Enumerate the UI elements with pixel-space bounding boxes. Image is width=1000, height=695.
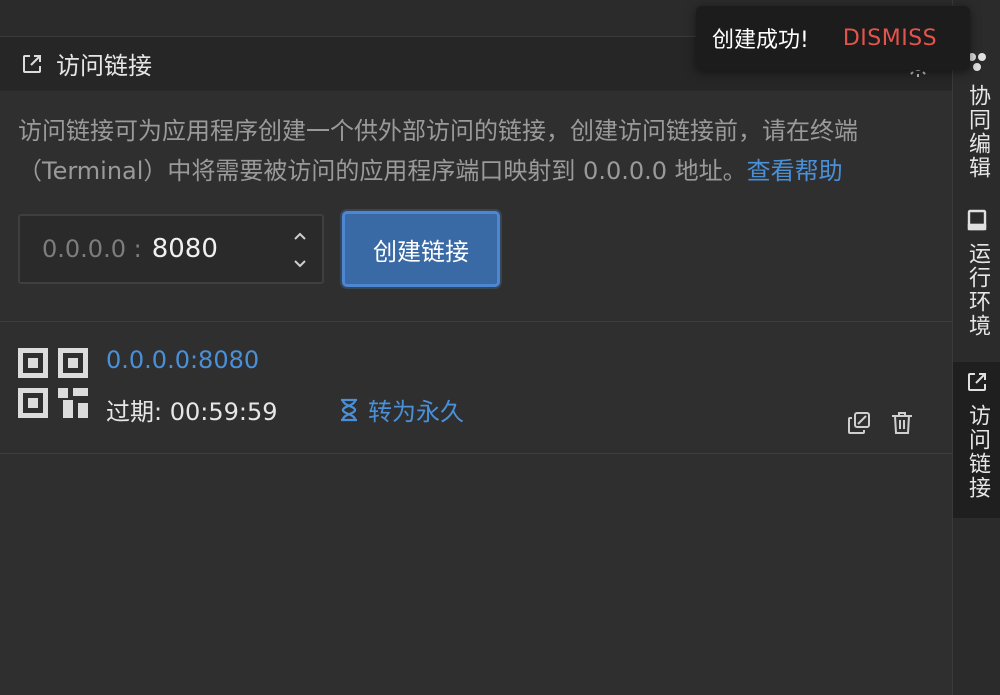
tab-label: 运行环境 (965, 242, 990, 338)
tab-label: 访问链接 (965, 404, 990, 500)
panel-title: 访问链接 (56, 52, 152, 80)
toast-message: 创建成功! (712, 28, 809, 53)
link-url[interactable]: 0.0.0.0:8080 (106, 346, 259, 374)
tab-access-link[interactable]: 访问链接 (953, 362, 1000, 518)
stepper-icon[interactable] (292, 228, 308, 272)
panel-description: 访问链接可为应用程序创建一个供外部访问的链接，创建访问链接前，请在终端（Term… (18, 111, 930, 191)
port-prefix: 0.0.0.0 : (42, 235, 142, 263)
tab-collaboration[interactable]: 协同编辑 (953, 50, 1000, 200)
help-link[interactable]: 查看帮助 (747, 157, 843, 185)
trash-icon[interactable] (890, 410, 914, 436)
external-link-icon (968, 373, 986, 391)
make-permanent-button[interactable]: 转为永久 (338, 392, 464, 427)
description-text: 访问链接可为应用程序创建一个供外部访问的链接，创建访问链接前，请在终端（Term… (18, 117, 858, 185)
runtime-icon (967, 209, 987, 231)
external-link-icon (23, 54, 41, 73)
tab-label: 协同编辑 (965, 84, 990, 180)
toast-notification: 创建成功! DISMISS (696, 6, 970, 70)
port-value[interactable]: 8080 (152, 234, 218, 264)
dismiss-button[interactable]: DISMISS (843, 26, 937, 51)
divider (0, 321, 952, 322)
link-list-item: 0.0.0.0:8080 过期: 00:59:59 转为永久 (18, 344, 930, 434)
create-link-button[interactable]: 创建链接 (342, 211, 500, 287)
copy-icon[interactable] (846, 410, 872, 436)
right-sidebar: 协同编辑 运行环境 访问链接 (952, 0, 1000, 695)
port-row: 0.0.0.0 : 8080 创建链接 (18, 211, 952, 287)
tab-runtime[interactable]: 运行环境 (953, 208, 1000, 348)
hourglass-icon (341, 398, 357, 421)
make-permanent-label: 转为永久 (368, 398, 464, 426)
qr-code-icon[interactable] (18, 348, 88, 418)
expire-time: 过期: 00:59:59 (106, 398, 278, 426)
port-input[interactable]: 0.0.0.0 : 8080 (18, 214, 324, 284)
divider (0, 453, 952, 454)
